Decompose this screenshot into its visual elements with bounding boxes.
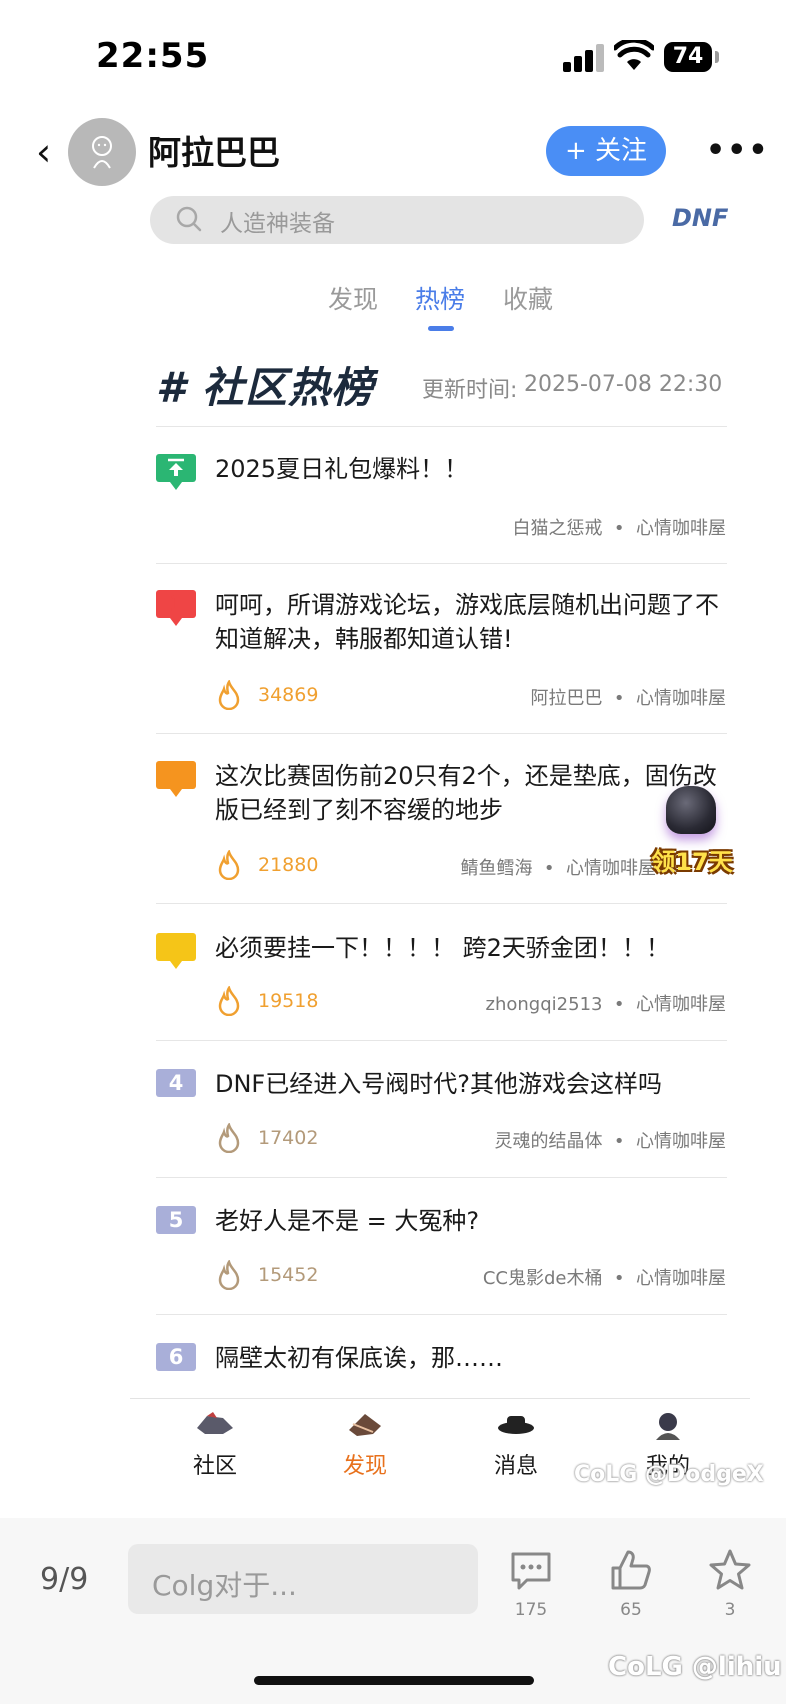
battery-icon: 74 <box>664 42 712 72</box>
divider <box>130 1398 750 1399</box>
search-icon <box>176 206 202 232</box>
list-item-title[interactable]: 2025夏日礼包爆料！！ <box>215 452 735 486</box>
nav-discover[interactable]: 发现 <box>320 1410 410 1480</box>
flame-icon <box>218 986 240 1016</box>
likes-count: 65 <box>620 1600 642 1620</box>
tab-discover[interactable]: 发现 <box>328 280 378 316</box>
update-time-label: 更新时间: <box>422 378 518 403</box>
list-item-title[interactable]: 呵呵，所谓游戏论坛，游戏底层随机出问题了不知道解决，韩服都知道认错! <box>215 588 735 656</box>
like-button[interactable]: 65 <box>601 1548 661 1620</box>
list-item-meta: zhongqi2513 • 心情咖啡屋 <box>485 994 726 1015</box>
heat-count: 34869 <box>258 684 319 706</box>
community-icon <box>197 1412 233 1434</box>
list-item-title[interactable]: 老好人是不是 = 大冤种? <box>215 1204 735 1238</box>
promo-label: 领17天 <box>651 848 733 876</box>
nav-community[interactable]: 社区 <box>170 1410 260 1480</box>
thumbs-up-icon <box>611 1550 651 1590</box>
comment-icon <box>511 1552 551 1590</box>
home-indicator[interactable] <box>254 1676 534 1685</box>
list-item-title[interactable]: DNF已经进入号阀时代?其他游戏会这样吗 <box>215 1067 735 1101</box>
list-item-meta: 灵魂的结晶体 • 心情咖啡屋 <box>494 1131 726 1152</box>
flame-icon <box>218 680 240 710</box>
heat-count: 19518 <box>258 990 319 1012</box>
rank-badge: 3 <box>156 933 196 969</box>
status-time: 22:55 <box>96 36 210 76</box>
promo-badge[interactable]: 领17天 <box>648 782 736 878</box>
follow-button[interactable]: + 关注 <box>546 126 666 176</box>
pinned-icon <box>156 454 196 490</box>
list-item-title[interactable]: 隔壁太初有保底诶，那…… <box>215 1341 735 1375</box>
comment-placeholder: Colg对于... <box>152 1569 297 1602</box>
watermark: CoLG @DodgeX <box>574 1462 764 1487</box>
rank-badge: 1 <box>156 590 196 626</box>
divider <box>156 1314 727 1315</box>
list-item-meta: 阿拉巴巴 • 心情咖啡屋 <box>530 688 726 709</box>
rank-badge: 6 <box>156 1343 196 1371</box>
divider <box>156 903 727 904</box>
flame-icon <box>218 1260 240 1290</box>
divider <box>156 1040 727 1041</box>
rank-badge: 4 <box>156 1069 196 1097</box>
username[interactable]: 阿拉巴巴 <box>148 126 280 174</box>
heat-count: 17402 <box>258 1127 319 1149</box>
active-tab-indicator <box>428 326 454 331</box>
divider <box>156 733 727 734</box>
list-item-meta: CC鬼影de木桶 • 心情咖啡屋 <box>482 1268 726 1289</box>
dnf-logo[interactable]: DNF <box>672 204 728 232</box>
wifi-icon <box>614 40 654 70</box>
message-icon <box>498 1416 534 1434</box>
page-indicator: 9/9 <box>40 1562 89 1597</box>
signal-icon <box>563 44 607 72</box>
flame-icon <box>218 850 240 880</box>
list-item-title[interactable]: 必须要挂一下！！！！ 跨2天骄金团！！！ <box>215 931 735 965</box>
battery-tip <box>715 51 719 63</box>
gem-icon <box>666 786 716 834</box>
rank-badge: 5 <box>156 1206 196 1234</box>
divider <box>156 426 727 427</box>
divider <box>156 563 727 564</box>
comments-count: 175 <box>514 1600 548 1620</box>
search-placeholder: 人造神装备 <box>220 211 335 237</box>
flame-icon <box>218 1123 240 1153</box>
avatar[interactable] <box>68 118 136 186</box>
nav-messages[interactable]: 消息 <box>471 1410 561 1480</box>
star-icon <box>709 1549 751 1590</box>
discover-icon <box>349 1414 381 1436</box>
chevron-left-icon[interactable]: ‹ <box>36 133 64 171</box>
update-time: 2025-07-08 22:30 <box>524 372 723 397</box>
rank-badge: 2 <box>156 761 196 797</box>
favorites-count: 3 <box>724 1600 736 1620</box>
profile-icon <box>656 1413 680 1440</box>
list-item-meta: 鲭鱼鳕海 • 心情咖啡屋 <box>460 858 656 879</box>
tab-favorites[interactable]: 收藏 <box>503 280 553 316</box>
heat-count: 15452 <box>258 1264 319 1286</box>
favorite-button[interactable]: 3 <box>700 1548 760 1620</box>
watermark: CoLG @lihiu <box>608 1652 782 1682</box>
heat-count: 21880 <box>258 854 319 876</box>
list-item-meta: 白猫之惩戒 • 心情咖啡屋 <box>512 518 726 539</box>
more-horizontal-icon[interactable]: ••• <box>706 136 770 166</box>
page-title: # 社区热榜 <box>156 363 374 412</box>
tab-hot-list[interactable]: 热榜 <box>415 280 465 316</box>
comments-button[interactable]: 175 <box>501 1548 561 1620</box>
divider <box>156 1177 727 1178</box>
